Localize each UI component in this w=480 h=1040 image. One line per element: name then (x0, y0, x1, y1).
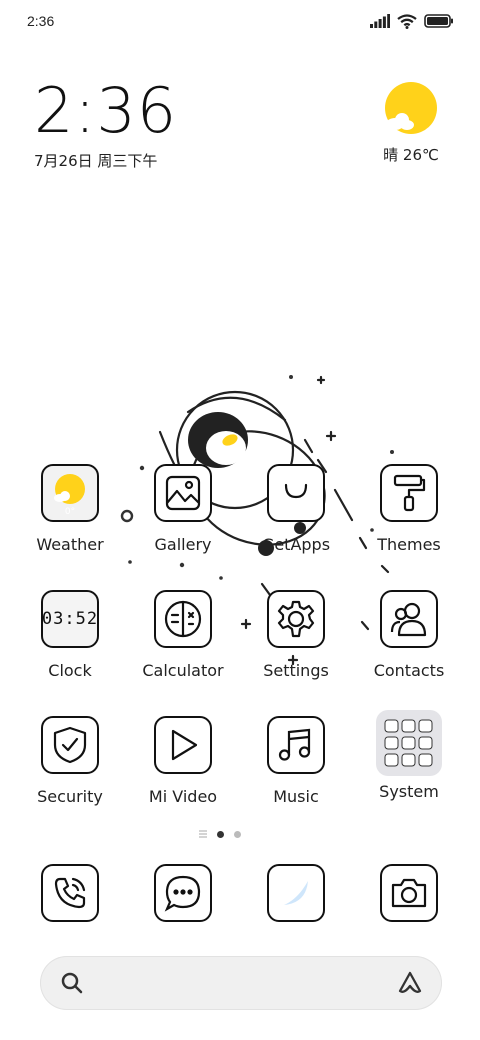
status-time: 2:36 (27, 13, 55, 29)
page-indicator[interactable] (199, 830, 241, 838)
phone-icon (54, 877, 86, 909)
app-label: Clock (48, 661, 92, 680)
gear-icon (267, 590, 325, 648)
paint-roller-icon (380, 464, 438, 522)
app-weather[interactable]: 0° Weather (20, 464, 120, 554)
app-label: Gallery (154, 535, 212, 554)
calculator-icon (154, 590, 212, 648)
getapps-icon (267, 464, 325, 522)
assistant-icon[interactable] (396, 970, 424, 996)
app-getapps[interactable]: GetApps (246, 464, 346, 554)
weather-icon: 0° (41, 464, 99, 522)
app-clock[interactable]: 03:52 Clock (20, 590, 120, 680)
battery-icon (424, 14, 453, 28)
app-settings[interactable]: Settings (246, 590, 346, 680)
contacts-icon (380, 590, 438, 648)
app-themes[interactable]: Themes (359, 464, 459, 554)
app-label: Security (37, 787, 103, 806)
app-label: Contacts (373, 661, 445, 680)
sun-cloud-icon (385, 82, 437, 134)
weather-widget[interactable]: 晴 26℃ (376, 82, 446, 165)
weather-temperature: 26℃ (402, 146, 439, 164)
page-dot (234, 830, 241, 838)
app-label: Themes (377, 535, 441, 554)
page-dot-active (217, 830, 224, 838)
app-label: System (379, 782, 439, 801)
app-label: Calculator (142, 661, 224, 680)
camera-icon (391, 878, 427, 908)
app-gallery[interactable]: Gallery (133, 464, 233, 554)
dock-browser[interactable] (267, 864, 325, 922)
dock-messages[interactable] (154, 864, 212, 922)
app-contacts[interactable]: Contacts (359, 590, 459, 680)
clock-app-display: 03:52 (41, 609, 99, 629)
folder-icon (376, 710, 442, 776)
app-system-folder[interactable]: System (359, 710, 459, 801)
clock-widget[interactable]: 2:36 7月26日 周三下午 (34, 78, 177, 171)
weather-text: 晴 26℃ (376, 144, 446, 165)
message-icon (164, 875, 201, 912)
music-note-icon (267, 716, 325, 774)
app-security[interactable]: Security (20, 716, 120, 806)
signal-icon (370, 14, 390, 28)
weather-app-temp: 0° (65, 507, 75, 515)
weather-condition: 晴 (383, 146, 399, 164)
clock-widget-time: 2:36 (34, 74, 178, 147)
app-label: Settings (263, 661, 329, 680)
app-label: GetApps (261, 535, 331, 554)
browser-icon (284, 881, 308, 905)
clock-widget-date: 7月26日 周三下午 (34, 152, 158, 170)
app-mi-video[interactable]: Mi Video (133, 716, 233, 806)
search-icon[interactable] (60, 971, 84, 995)
app-music[interactable]: Music (246, 716, 346, 806)
app-label: Weather (36, 535, 104, 554)
status-icons (370, 12, 454, 30)
gallery-icon (154, 464, 212, 522)
menu-lines-icon (199, 830, 207, 838)
status-bar: 2:36 (0, 0, 480, 42)
dock-camera[interactable] (380, 864, 438, 922)
app-calculator[interactable]: Calculator (133, 590, 233, 680)
dock-phone[interactable] (41, 864, 99, 922)
clock-icon: 03:52 (41, 590, 99, 648)
app-label: Music (273, 787, 319, 806)
wifi-icon (397, 13, 417, 29)
play-icon (154, 716, 212, 774)
shield-icon (41, 716, 99, 774)
app-label: Mi Video (148, 787, 218, 806)
search-bar[interactable] (40, 956, 442, 1010)
